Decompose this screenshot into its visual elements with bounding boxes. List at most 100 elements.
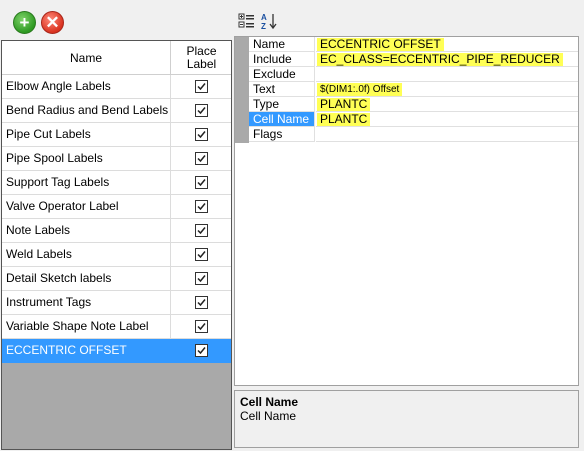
categorized-view-icon[interactable] <box>238 12 256 30</box>
property-row[interactable]: Name ECCENTRIC OFFSET <box>235 37 578 52</box>
help-description: Cell Name <box>240 409 297 423</box>
list-item-name: Detail Sketch labels <box>6 271 112 285</box>
check-icon <box>197 299 206 307</box>
check-icon <box>197 251 206 259</box>
property-row[interactable]: Cell Name PLANTC <box>235 112 578 127</box>
list-item[interactable]: Elbow Angle Labels <box>2 75 231 99</box>
list-item-name: Pipe Spool Labels <box>6 151 103 165</box>
check-icon <box>197 347 206 355</box>
place-label-cell <box>170 171 232 194</box>
property-help-panel: Cell Name Cell Name <box>234 390 579 448</box>
place-label-cell <box>170 315 232 338</box>
property-value-cell[interactable]: ECCENTRIC OFFSET <box>316 37 578 52</box>
list-item[interactable]: Pipe Cut Labels <box>2 123 231 147</box>
property-name[interactable]: Include <box>249 52 315 67</box>
add-icon[interactable]: + <box>13 11 36 34</box>
property-row[interactable]: Exclude <box>235 67 578 82</box>
place-label-cell <box>170 147 232 170</box>
property-name[interactable]: Flags <box>249 127 315 142</box>
list-item[interactable]: Note Labels <box>2 219 231 243</box>
place-label-checkbox[interactable] <box>195 200 208 213</box>
list-item[interactable]: Bend Radius and Bend Labels <box>2 99 231 123</box>
property-name[interactable]: Type <box>249 97 315 112</box>
place-label-checkbox[interactable] <box>195 272 208 285</box>
property-value-cell[interactable]: PLANTC <box>316 97 578 112</box>
column-header-name[interactable]: Name <box>2 41 170 74</box>
label-list-rows: Elbow Angle Labels Bend Radius and Bend L… <box>2 75 231 363</box>
property-row[interactable]: Include EC_CLASS=ECCENTRIC_PIPE_REDUCER <box>235 52 578 67</box>
list-item-name: Pipe Cut Labels <box>6 127 91 141</box>
property-value-cell[interactable] <box>316 67 578 82</box>
place-label-checkbox[interactable] <box>195 176 208 189</box>
check-icon <box>197 83 206 91</box>
check-icon <box>197 203 206 211</box>
list-item[interactable]: ECCENTRIC OFFSET <box>2 339 231 363</box>
property-value: ECCENTRIC OFFSET <box>317 38 444 51</box>
list-item-name: Variable Shape Note Label <box>6 319 149 333</box>
place-label-checkbox[interactable] <box>195 128 208 141</box>
place-label-checkbox[interactable] <box>195 344 208 357</box>
place-label-cell <box>170 123 232 146</box>
place-label-checkbox[interactable] <box>195 296 208 309</box>
place-label-cell <box>170 195 232 218</box>
place-label-cell <box>170 99 232 122</box>
list-item-name: ECCENTRIC OFFSET <box>6 343 127 357</box>
property-value-cell[interactable] <box>316 127 578 142</box>
help-title: Cell Name <box>240 395 299 409</box>
property-grid: Name ECCENTRIC OFFSET Include EC_CLASS=ECCE… <box>234 36 579 386</box>
place-label-cell <box>170 291 232 314</box>
delete-icon[interactable]: ✕ <box>41 11 64 34</box>
svg-text:Z: Z <box>261 22 266 30</box>
list-item-name: Instrument Tags <box>6 295 92 309</box>
sort-alphabetical-icon[interactable]: A Z <box>260 12 278 30</box>
property-name[interactable]: Name <box>249 37 315 52</box>
property-row[interactable]: Flags <box>235 127 578 142</box>
place-label-checkbox[interactable] <box>195 224 208 237</box>
list-item-name: Bend Radius and Bend Labels <box>6 103 169 117</box>
property-value: $(DIM1:.0f) Offset <box>317 83 403 96</box>
property-value: EC_CLASS=ECCENTRIC_PIPE_REDUCER <box>317 53 563 66</box>
svg-text:A: A <box>261 13 267 22</box>
column-header-place-label[interactable]: Place Label <box>170 41 232 74</box>
list-item[interactable]: Instrument Tags <box>2 291 231 315</box>
place-label-checkbox[interactable] <box>195 80 208 93</box>
check-icon <box>197 275 206 283</box>
list-item-name: Valve Operator Label <box>6 199 119 213</box>
list-item[interactable]: Weld Labels <box>2 243 231 267</box>
place-label-checkbox[interactable] <box>195 320 208 333</box>
list-item[interactable]: Support Tag Labels <box>2 171 231 195</box>
property-row[interactable]: Text $(DIM1:.0f) Offset <box>235 82 578 97</box>
place-label-checkbox[interactable] <box>195 104 208 117</box>
label-list-header: Name Place Label <box>2 41 231 75</box>
label-list: Name Place Label Elbow Angle Labels Bend … <box>1 40 232 450</box>
property-value-cell[interactable]: PLANTC <box>316 112 578 127</box>
property-row[interactable]: Type PLANTC <box>235 97 578 112</box>
place-label-cell <box>170 219 232 242</box>
property-name[interactable]: Cell Name <box>249 112 315 127</box>
check-icon <box>197 323 206 331</box>
list-item-name: Elbow Angle Labels <box>6 79 111 93</box>
check-icon <box>197 155 206 163</box>
check-icon <box>197 131 206 139</box>
list-item[interactable]: Valve Operator Label <box>2 195 231 219</box>
property-value: PLANTC <box>317 113 371 126</box>
place-label-cell <box>170 267 232 290</box>
place-label-cell <box>170 75 232 98</box>
check-icon <box>197 227 206 235</box>
place-label-cell <box>170 339 232 362</box>
property-value: PLANTC <box>317 98 371 111</box>
label-list-toolbar: + ✕ <box>0 0 230 38</box>
place-label-checkbox[interactable] <box>195 248 208 261</box>
property-name[interactable]: Exclude <box>249 67 315 82</box>
property-name[interactable]: Text <box>249 82 315 97</box>
place-label-checkbox[interactable] <box>195 152 208 165</box>
list-item-name: Support Tag Labels <box>6 175 110 189</box>
list-item[interactable]: Pipe Spool Labels <box>2 147 231 171</box>
check-icon <box>197 107 206 115</box>
check-icon <box>197 179 206 187</box>
list-item[interactable]: Detail Sketch labels <box>2 267 231 291</box>
property-value-cell[interactable]: $(DIM1:.0f) Offset <box>316 82 578 97</box>
list-item[interactable]: Variable Shape Note Label <box>2 315 231 339</box>
list-item-name: Note Labels <box>6 223 71 237</box>
property-value-cell[interactable]: EC_CLASS=ECCENTRIC_PIPE_REDUCER <box>316 52 578 67</box>
